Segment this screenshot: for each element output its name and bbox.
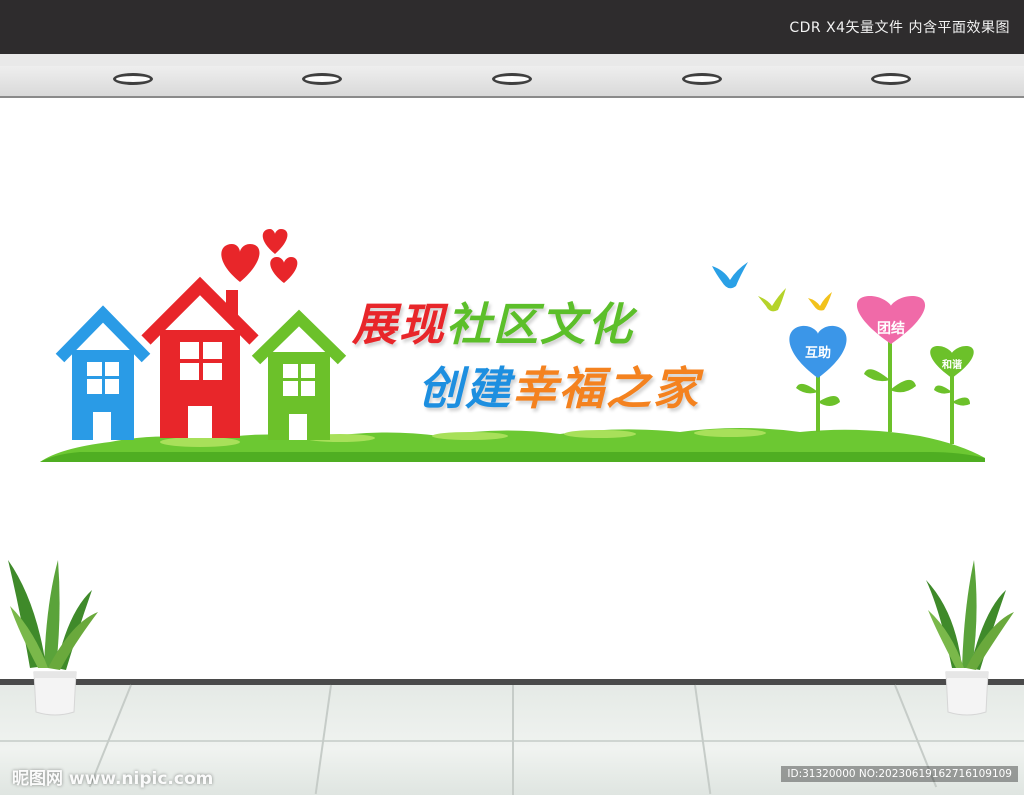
heart-label-mutual-help: 互助 xyxy=(804,346,831,361)
bird-icon xyxy=(758,288,786,312)
bird-icon xyxy=(808,292,832,311)
heart-icon xyxy=(221,244,260,282)
slogan-line2-part2: 幸福之家 xyxy=(512,362,701,415)
watermark-logo: 昵图网 www.nipic.com xyxy=(12,769,214,789)
plant-icon xyxy=(926,560,1014,716)
slogan-line2-part1: 创建 xyxy=(418,362,513,415)
slogan-line1: 展现社区文化 xyxy=(352,288,634,353)
watermark-id: ID:31320000 NO:20230619162716109109 xyxy=(781,766,1018,782)
plant-icon xyxy=(8,560,98,716)
heart-icon xyxy=(270,257,298,283)
house-icon xyxy=(141,276,259,438)
bird-icon xyxy=(712,262,748,289)
house-icon xyxy=(55,305,151,440)
heart-icon xyxy=(262,229,288,254)
heart-label-unity: 团结 xyxy=(877,321,905,337)
slogan-line2: 创建幸福之家 xyxy=(418,352,700,417)
heart-label-harmony: 和谐 xyxy=(942,360,962,371)
house-icon xyxy=(251,309,347,440)
slogan-line1-part2: 社区文化 xyxy=(446,298,635,351)
slogan-line1-part1: 展现 xyxy=(352,298,447,351)
